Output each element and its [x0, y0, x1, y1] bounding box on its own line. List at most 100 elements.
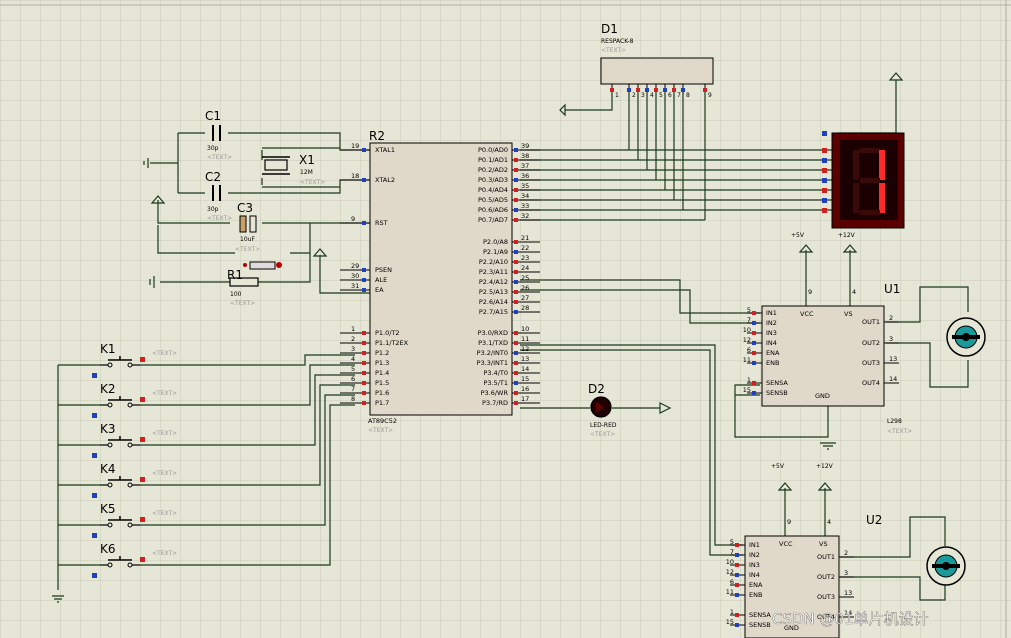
mcu-pin-number: 34: [521, 192, 529, 200]
mcu-pin-number: 2: [351, 335, 355, 343]
pin-marker: [735, 573, 739, 577]
d1-ref: D1: [601, 22, 618, 36]
driver-pin-number: 11: [726, 588, 734, 596]
pin-marker: [636, 88, 640, 92]
pin-marker: [735, 543, 739, 547]
c1-text: <TEXT>: [207, 154, 232, 161]
pin-marker: [681, 88, 685, 92]
driver-pin-number: 2: [889, 314, 893, 322]
pin-marker: [362, 341, 366, 345]
mcu-pin-name: P0.2/AD2: [478, 166, 508, 174]
pin-marker: [514, 240, 518, 244]
pin-marker: [735, 553, 739, 557]
driver-pin-name: IN1: [766, 309, 777, 317]
mcu-pin-name: P3.2/INT0: [477, 349, 508, 357]
pin-marker: [703, 88, 707, 92]
mcu-pin-name: EA: [375, 286, 384, 294]
circuit-schematic: C1 30p <TEXT> C2 30p <TEXT> X1 12M <TEXT…: [0, 0, 1011, 638]
mcu-pin-name: P2.5/A13: [479, 288, 508, 296]
watermark: CSDN @01单片机设计: [772, 610, 929, 628]
respack-pin-number: 8: [686, 92, 690, 99]
driver-pin-name: OUT3: [817, 593, 835, 601]
mcu-pin-name: XTAL1: [375, 146, 395, 154]
pin-marker: [514, 351, 518, 355]
pin-marker: [514, 371, 518, 375]
pin-marker: [92, 493, 97, 498]
pin-marker: [514, 168, 518, 172]
mcu-pin-number: 8: [351, 395, 355, 403]
mcu-pin-number: 9: [351, 215, 355, 223]
mcu-pin-number: 39: [521, 142, 529, 150]
pin-marker: [362, 361, 366, 365]
segment-c: [879, 183, 885, 213]
driver-pin-name: IN1: [749, 541, 760, 549]
d2-ref: D2: [588, 382, 605, 396]
key-ref: K3: [100, 422, 116, 436]
r2-ref: R2: [369, 129, 385, 143]
schematic-canvas: C1 30p <TEXT> C2 30p <TEXT> X1 12M <TEXT…: [0, 0, 1011, 638]
pin-marker: [92, 573, 97, 578]
pin-marker: [752, 351, 756, 355]
pin-marker: [752, 391, 756, 395]
pin-marker: [92, 413, 97, 418]
driver-pin-name: IN3: [749, 561, 760, 569]
driver-pin-number: 4: [852, 288, 856, 296]
c2-value: 30p: [207, 206, 219, 213]
mcu-pin-name: P0.4/AD4: [478, 186, 508, 194]
key-ref: K6: [100, 542, 116, 556]
mcu-pin-number: 29: [351, 262, 359, 270]
mcu-pin-number: 32: [521, 212, 529, 220]
driver-pin-name: ENB: [749, 591, 762, 599]
driver-pin-name: OUT1: [817, 553, 835, 561]
mcu-pin-name: PSEN: [375, 266, 392, 274]
pin-marker: [627, 88, 631, 92]
mcu-pin-name: P0.0/AD0: [478, 146, 508, 154]
mcu-pin-name: P2.0/A8: [483, 238, 508, 246]
key-text: <TEXT>: [152, 350, 177, 357]
driver-pin-number: 6: [730, 578, 734, 586]
mcu-pin-number: 7: [351, 385, 355, 393]
key-ref: K5: [100, 502, 116, 516]
u1-part: L298: [887, 418, 902, 425]
mcu-pin-name: P3.5/T1: [483, 379, 508, 387]
mcu-pin-name: P0.1/AD1: [478, 156, 508, 164]
pin-marker: [514, 391, 518, 395]
mcu-pin-number: 27: [521, 294, 529, 302]
pin-marker: [362, 148, 366, 152]
driver-pin-number: 12: [743, 336, 751, 344]
u1-v5: +5V: [791, 232, 805, 239]
segment-b: [879, 150, 885, 180]
mcu-pin-name: P2.4/A12: [479, 278, 508, 286]
pin-marker: [822, 148, 827, 153]
pin-marker: [822, 168, 827, 173]
mcu-pin-name: P2.2/A10: [479, 258, 508, 266]
pin-marker: [752, 311, 756, 315]
respack-pin-number: 1: [615, 92, 619, 99]
pin-marker: [822, 208, 827, 213]
mcu-part: AT89C52: [368, 417, 397, 425]
u1-v12: +12V: [838, 232, 856, 239]
mcu-pin-name: P2.7/A15: [479, 308, 508, 316]
mcu-pin-name: P3.3/INT1: [477, 359, 508, 367]
mcu-pin-name: P3.4/T0: [483, 369, 508, 377]
pin-marker: [735, 583, 739, 587]
pin-marker: [362, 381, 366, 385]
mcu-pin-number: 10: [521, 325, 529, 333]
pin-marker: [514, 260, 518, 264]
pin-marker: [140, 437, 145, 442]
driver-pin-number: 5: [747, 306, 751, 314]
pin-marker: [654, 88, 658, 92]
driver-pin-name: VS: [844, 310, 853, 318]
pin-marker: [514, 208, 518, 212]
r1-value: 100: [230, 291, 242, 298]
pin-marker: [735, 623, 739, 627]
c3-value: 10uF: [240, 236, 255, 243]
pin-marker: [514, 381, 518, 385]
pin-marker: [514, 300, 518, 304]
mcu-pin-number: 31: [351, 282, 359, 290]
mcu-pin-name: P0.5/AD5: [478, 196, 508, 204]
mcu-pin-number: 37: [521, 162, 529, 170]
pin-marker: [645, 88, 649, 92]
seven-segment-display: [822, 131, 905, 229]
mcu-pin-name: P2.6/A14: [479, 298, 508, 306]
